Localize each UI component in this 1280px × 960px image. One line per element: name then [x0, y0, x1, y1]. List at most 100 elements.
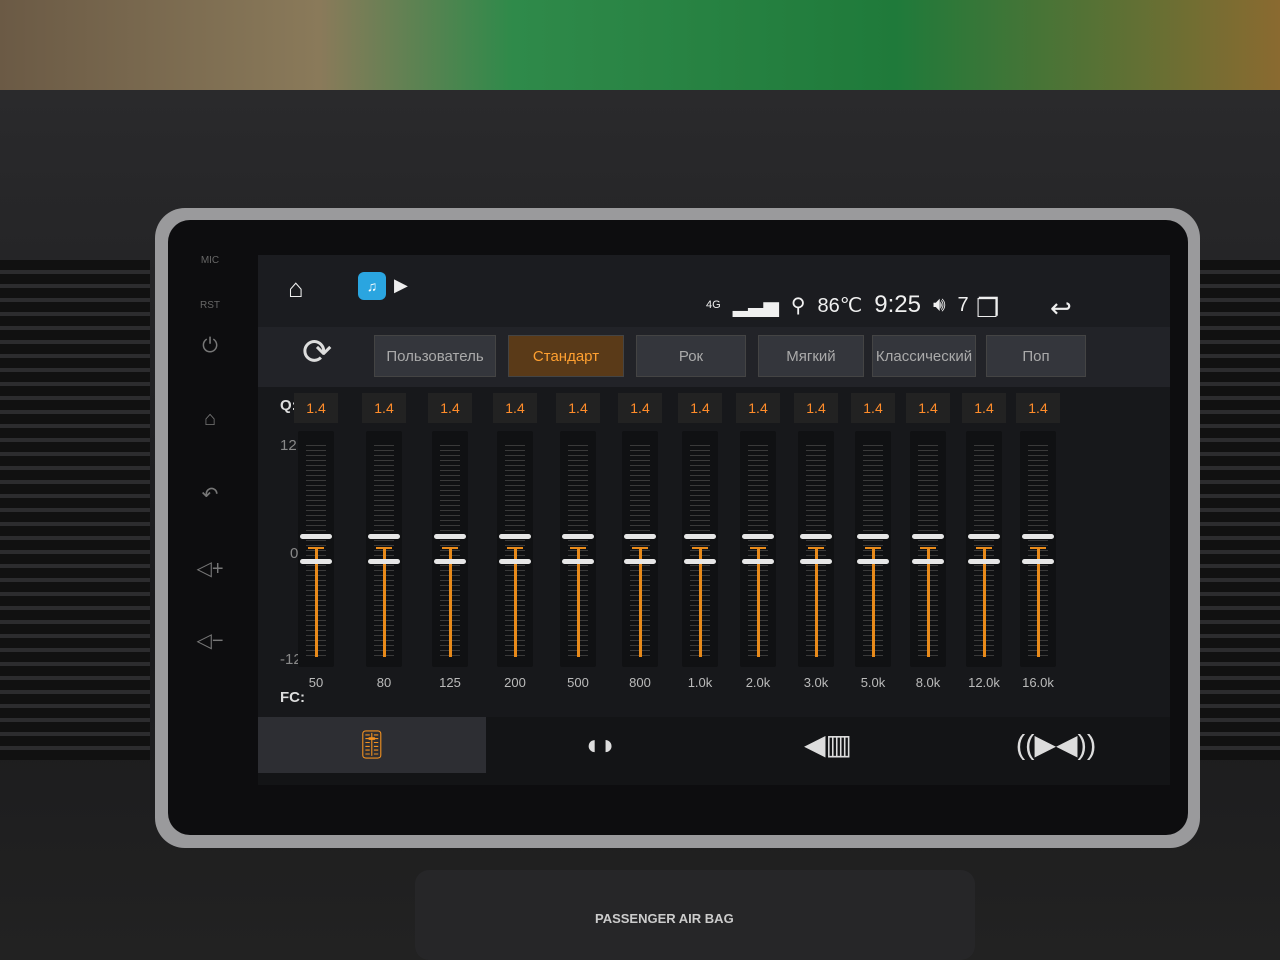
home-button-icon[interactable]: ⌂ — [288, 273, 304, 304]
speaker-level-tab-icon[interactable]: ◀▥ — [714, 717, 942, 773]
eq-slider[interactable] — [966, 431, 1002, 667]
eq-slider[interactable] — [432, 431, 468, 667]
slider-knob[interactable] — [300, 534, 332, 564]
slider-knob[interactable] — [800, 534, 832, 564]
q-value[interactable]: 1.4 — [906, 393, 950, 423]
eq-slider[interactable] — [740, 431, 776, 667]
q-value[interactable]: 1.4 — [1016, 393, 1060, 423]
slider-fill — [449, 549, 452, 657]
eq-band: 1.4 500 — [556, 387, 600, 717]
q-value[interactable]: 1.4 — [962, 393, 1006, 423]
q-value[interactable]: 1.4 — [362, 393, 406, 423]
slider-fill — [514, 549, 517, 657]
eq-slider[interactable] — [497, 431, 533, 667]
q-value[interactable]: 1.4 — [851, 393, 895, 423]
slider-fill — [639, 549, 642, 657]
preset-user[interactable]: Пользователь — [374, 335, 496, 377]
slider-fill — [1037, 549, 1040, 657]
fc-value: 1.0k — [687, 675, 713, 690]
slider-knob[interactable] — [1022, 534, 1054, 564]
eq-slider[interactable] — [910, 431, 946, 667]
power-icon[interactable]: ⏻ — [180, 335, 240, 358]
balance-tab-icon[interactable]: ((▶◀)) — [942, 717, 1170, 773]
slider-knob[interactable] — [857, 534, 889, 564]
slider-fill — [699, 549, 702, 657]
eq-band: 1.4 5.0k — [851, 387, 895, 717]
fc-value: 12.0k — [968, 675, 1000, 690]
slider-knob[interactable] — [684, 534, 716, 564]
q-value[interactable]: 1.4 — [618, 393, 662, 423]
slider-knob[interactable] — [434, 534, 466, 564]
eq-band: 1.4 2.0k — [736, 387, 780, 717]
q-value[interactable]: 1.4 — [556, 393, 600, 423]
clock: 9:25 — [874, 291, 921, 318]
mic-label: MIC — [200, 255, 220, 266]
eq-band: 1.4 1.0k — [678, 387, 722, 717]
slider-knob[interactable] — [368, 534, 400, 564]
eq-slider[interactable] — [622, 431, 658, 667]
volume-up-icon[interactable]: ◁+ — [180, 556, 240, 581]
q-value[interactable]: 1.4 — [736, 393, 780, 423]
fc-value: 3.0k — [803, 675, 829, 690]
fc-value: 80 — [376, 675, 392, 690]
screen: ⌂ ♫ ▶ 4G ▂▃▅ ⚲ 86℃ 9:25 🔊︎ 7 ❐ ↩ ⟳ Польз… — [258, 255, 1170, 785]
q-value[interactable]: 1.4 — [493, 393, 537, 423]
back-icon[interactable]: ↶ — [180, 482, 240, 507]
fc-value: 200 — [504, 675, 526, 690]
eq-slider[interactable] — [560, 431, 596, 667]
eq-slider[interactable] — [366, 431, 402, 667]
slider-knob[interactable] — [562, 534, 594, 564]
fc-value: 16.0k — [1022, 675, 1054, 690]
play-store-icon[interactable]: ▶ — [394, 275, 408, 296]
volume-down-icon[interactable]: ◁− — [180, 628, 240, 653]
preset-soft[interactable]: Мягкий — [758, 335, 864, 377]
preset-classical[interactable]: Классический — [872, 335, 976, 377]
fc-value: 5.0k — [860, 675, 886, 690]
music-app-icon[interactable]: ♫ — [358, 272, 386, 300]
right-vent — [1200, 260, 1280, 760]
reset-icon[interactable]: ⟳ — [302, 331, 332, 373]
recent-apps-icon[interactable]: ❐ — [976, 293, 999, 324]
bottom-tabs: 🎚︎ ◖◗ ◀▥ ((▶◀)) — [258, 717, 1170, 785]
fc-value: 2.0k — [745, 675, 771, 690]
eq-band: 1.4 12.0k — [962, 387, 1006, 717]
location-icon: ⚲ — [790, 294, 806, 317]
sound-field-tab-icon[interactable]: ◖◗ — [486, 717, 714, 773]
slider-knob[interactable] — [499, 534, 531, 564]
volume-icon[interactable]: 🔊︎ — [933, 294, 946, 317]
rst-label[interactable]: RST — [180, 300, 240, 311]
equalizer-tab-icon[interactable]: 🎚︎ — [258, 717, 486, 773]
slider-fill — [315, 549, 318, 657]
slider-knob[interactable] — [968, 534, 1000, 564]
eq-band: 1.4 50 — [294, 387, 338, 717]
q-value[interactable]: 1.4 — [678, 393, 722, 423]
eq-slider[interactable] — [1020, 431, 1056, 667]
eq-band: 1.4 80 — [362, 387, 406, 717]
eq-slider[interactable] — [682, 431, 718, 667]
temperature: 86℃ — [817, 294, 863, 317]
eq-band: 1.4 800 — [618, 387, 662, 717]
preset-rock[interactable]: Рок — [636, 335, 746, 377]
network-label: 4G — [706, 299, 721, 311]
eq-band: 1.4 200 — [493, 387, 537, 717]
status-indicators: 4G ▂▃▅ ⚲ 86℃ 9:25 🔊︎ 7 — [706, 291, 969, 319]
slider-knob[interactable] — [624, 534, 656, 564]
status-bar: ⌂ ♫ ▶ 4G ▂▃▅ ⚲ 86℃ 9:25 🔊︎ 7 ❐ ↩ — [258, 255, 1170, 325]
home-icon[interactable]: ⌂ — [180, 408, 240, 431]
eq-slider[interactable] — [798, 431, 834, 667]
signal-icon: ▂▃▅ — [732, 294, 779, 317]
fc-value: 125 — [439, 675, 461, 690]
q-value[interactable]: 1.4 — [794, 393, 838, 423]
fc-value: 50 — [308, 675, 324, 690]
preset-standard[interactable]: Стандарт — [508, 335, 624, 377]
slider-knob[interactable] — [742, 534, 774, 564]
eq-slider[interactable] — [298, 431, 334, 667]
slider-knob[interactable] — [912, 534, 944, 564]
q-value[interactable]: 1.4 — [428, 393, 472, 423]
back-button-icon[interactable]: ↩ — [1050, 293, 1072, 324]
eq-slider[interactable] — [855, 431, 891, 667]
preset-pop[interactable]: Поп — [986, 335, 1086, 377]
q-value[interactable]: 1.4 — [294, 393, 338, 423]
volume-level: 7 — [957, 293, 969, 316]
eq-band: 1.4 3.0k — [794, 387, 838, 717]
